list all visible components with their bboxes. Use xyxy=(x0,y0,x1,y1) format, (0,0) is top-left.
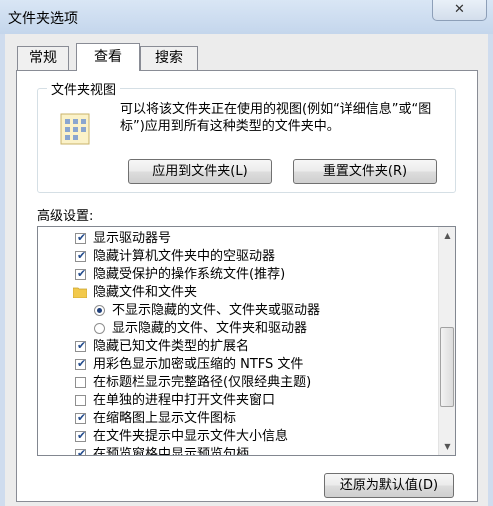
check-icon: ✔ xyxy=(77,357,87,370)
setting-label: 在文件夹提示中显示文件大小信息 xyxy=(93,429,289,444)
check-icon: ✔ xyxy=(77,249,87,262)
check-icon: ✔ xyxy=(77,429,87,442)
setting-hide-empty-drives[interactable]: ✔ 隐藏计算机文件夹中的空驱动器 xyxy=(75,248,276,265)
folder-icon xyxy=(73,287,87,298)
setting-preview-handlers[interactable]: ✔ 在预览窗格中显示预览句柄 xyxy=(75,446,250,456)
setting-label: 显示驱动器号 xyxy=(93,231,172,246)
apply-to-folders-button[interactable]: 应用到文件夹(L) xyxy=(128,159,272,184)
scroll-down-arrow-icon[interactable]: ▼ xyxy=(439,438,455,455)
setting-label: 隐藏计算机文件夹中的空驱动器 xyxy=(93,249,276,264)
advanced-settings-list[interactable]: ✔ 显示驱动器号 ✔ 隐藏计算机文件夹中的空驱动器 ✔ 隐藏受保护的操作系统文件… xyxy=(37,226,456,456)
checkbox[interactable]: ✔ xyxy=(75,447,87,456)
setting-label: 在单独的进程中打开文件夹窗口 xyxy=(93,393,276,408)
checkbox[interactable]: ✔ xyxy=(75,357,87,370)
setting-hide-protected-os-files[interactable]: ✔ 隐藏受保护的操作系统文件(推荐) xyxy=(75,266,286,283)
tab-general[interactable]: 常规 xyxy=(17,46,69,70)
tab-view[interactable]: 查看 xyxy=(76,43,140,71)
check-icon: ✔ xyxy=(77,447,87,456)
folder-views-description: 可以将该文件夹正在使用的视图(例如“详细信息”或“图标”)应用到所有这种类型的文… xyxy=(120,102,432,134)
scrollbar-thumb[interactable] xyxy=(440,327,454,407)
check-icon: ✔ xyxy=(77,267,87,280)
setting-label: 不显示隐藏的文件、文件夹或驱动器 xyxy=(112,303,321,318)
checkbox[interactable]: ✔ xyxy=(75,249,87,262)
setting-full-path-title[interactable]: 在标题栏显示完整路径(仅限经典主题) xyxy=(75,374,312,391)
title-bar: 文件夹选项 ✕ xyxy=(0,0,493,34)
tab-view-label: 查看 xyxy=(94,49,122,65)
setting-show-drive-letters[interactable]: ✔ 显示驱动器号 xyxy=(75,230,172,247)
radio-button[interactable] xyxy=(94,305,105,316)
checkbox[interactable] xyxy=(75,377,86,388)
checkbox[interactable]: ✔ xyxy=(75,411,87,424)
checkbox[interactable] xyxy=(75,395,86,406)
setting-label: 隐藏已知文件类型的扩展名 xyxy=(93,339,250,354)
setting-label: 在预览窗格中显示预览句柄 xyxy=(93,447,250,456)
setting-label: 显示隐藏的文件、文件夹和驱动器 xyxy=(112,321,308,336)
setting-thumbnail-icons[interactable]: ✔ 在缩略图上显示文件图标 xyxy=(75,410,237,427)
close-icon: ✕ xyxy=(454,2,465,17)
vertical-scrollbar[interactable]: ▲ ▼ xyxy=(438,227,455,455)
check-icon: ✔ xyxy=(77,411,87,424)
setting-label: 在标题栏显示完整路径(仅限经典主题) xyxy=(93,375,312,390)
folder-view-icon xyxy=(60,113,90,145)
setting-label: 隐藏受保护的操作系统文件(推荐) xyxy=(93,267,286,282)
setting-color-ntfs[interactable]: ✔ 用彩色显示加密或压缩的 NTFS 文件 xyxy=(75,356,304,373)
window-title: 文件夹选项 xyxy=(8,11,78,27)
scroll-up-arrow-icon[interactable]: ▲ xyxy=(439,227,455,244)
setting-label: 用彩色显示加密或压缩的 NTFS 文件 xyxy=(93,357,304,372)
check-icon: ✔ xyxy=(77,339,87,352)
setting-hide-extensions[interactable]: ✔ 隐藏已知文件类型的扩展名 xyxy=(75,338,250,355)
checkbox[interactable]: ✔ xyxy=(75,339,87,352)
radio-selected-dot xyxy=(97,308,102,313)
setting-group-hidden-files: 隐藏文件和文件夹 xyxy=(73,284,198,301)
restore-defaults-button[interactable]: 还原为默认值(D) xyxy=(324,473,454,498)
tab-general-label: 常规 xyxy=(29,50,57,66)
apply-to-folders-label: 应用到文件夹(L) xyxy=(152,164,248,179)
radio-button[interactable] xyxy=(94,323,105,334)
setting-folder-tip-size[interactable]: ✔ 在文件夹提示中显示文件大小信息 xyxy=(75,428,289,445)
setting-label: 隐藏文件和文件夹 xyxy=(93,285,198,300)
setting-separate-process[interactable]: 在单独的进程中打开文件夹窗口 xyxy=(75,392,276,409)
folder-views-legend: 文件夹视图 xyxy=(47,79,121,98)
checkbox[interactable]: ✔ xyxy=(75,267,87,280)
checkbox[interactable]: ✔ xyxy=(75,231,87,244)
advanced-settings-label: 高级设置: xyxy=(37,209,94,224)
close-button[interactable]: ✕ xyxy=(432,0,487,21)
restore-defaults-label: 还原为默认值(D) xyxy=(339,478,439,493)
checkbox[interactable]: ✔ xyxy=(75,429,87,442)
setting-show-hidden[interactable]: 显示隐藏的文件、文件夹和驱动器 xyxy=(94,320,308,337)
tab-search-label: 搜索 xyxy=(155,50,183,66)
check-icon: ✔ xyxy=(77,231,87,244)
reset-folders-button[interactable]: 重置文件夹(R) xyxy=(293,159,437,184)
tab-search[interactable]: 搜索 xyxy=(140,46,198,70)
setting-label: 在缩略图上显示文件图标 xyxy=(93,411,237,426)
setting-dont-show-hidden[interactable]: 不显示隐藏的文件、文件夹或驱动器 xyxy=(94,302,321,319)
reset-folders-label: 重置文件夹(R) xyxy=(322,164,408,179)
